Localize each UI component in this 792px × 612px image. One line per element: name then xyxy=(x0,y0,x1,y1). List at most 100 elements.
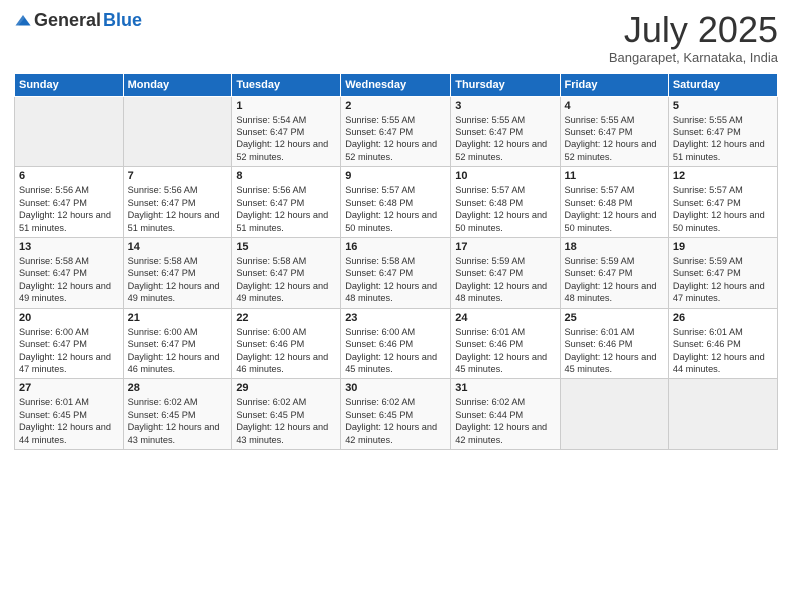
table-row: 19Sunrise: 5:59 AM Sunset: 6:47 PM Dayli… xyxy=(668,237,777,308)
day-number: 11 xyxy=(565,170,664,182)
day-number: 26 xyxy=(673,312,773,324)
day-info: Sunrise: 6:02 AM Sunset: 6:45 PM Dayligh… xyxy=(345,396,446,446)
day-number: 21 xyxy=(128,312,228,324)
day-number: 23 xyxy=(345,312,446,324)
table-row: 16 Sunrise: 5:58 AM Sunset: 6:47 PM Dayli… xyxy=(341,237,451,308)
table-row: 6 Sunrise: 5:56 AM Sunset: 6:47 PM Daylig… xyxy=(15,167,124,238)
day-info: Sunrise: 6:01 AM Sunset: 6:46 PM Dayligh… xyxy=(455,326,555,376)
calendar-week-row: 27 Sunrise: 6:01 AM Sunset: 6:45 PM Dayli… xyxy=(15,379,778,450)
table-row xyxy=(123,96,232,167)
table-row: 3 Sunrise: 5:55 AM Sunset: 6:47 PM Daylig… xyxy=(451,96,560,167)
table-row: 15 Sunrise: 5:58 AM Sunset: 6:47 PM Dayli… xyxy=(232,237,341,308)
table-row: 7 Sunrise: 5:56 AM Sunset: 6:47 PM Daylig… xyxy=(123,167,232,238)
day-number: 6 xyxy=(19,170,119,182)
day-info: Sunrise: 5:59 AM Sunset: 6:47 PM Dayligh… xyxy=(455,255,555,305)
day-info: Sunrise: 5:55 AM Sunset: 6:47 PM Dayligh… xyxy=(565,114,664,164)
calendar-week-row: 1Sunrise: 5:54 AM Sunset: 6:47 PM Daylig… xyxy=(15,96,778,167)
table-row: 4 Sunrise: 5:55 AM Sunset: 6:47 PM Daylig… xyxy=(560,96,668,167)
day-info: Sunrise: 6:02 AM Sunset: 6:44 PM Dayligh… xyxy=(455,396,555,446)
calendar-week-row: 6 Sunrise: 5:56 AM Sunset: 6:47 PM Daylig… xyxy=(15,167,778,238)
day-number: 5 xyxy=(673,100,773,112)
table-row: 25Sunrise: 6:01 AM Sunset: 6:46 PM Dayli… xyxy=(560,308,668,379)
day-number: 28 xyxy=(128,382,228,394)
day-info: Sunrise: 5:56 AM Sunset: 6:47 PM Dayligh… xyxy=(236,184,336,234)
table-row: 20 Sunrise: 6:00 AM Sunset: 6:47 PM Dayli… xyxy=(15,308,124,379)
day-info: Sunrise: 6:01 AM Sunset: 6:46 PM Dayligh… xyxy=(673,326,773,376)
page-container: General Blue July 2025 Bangarapet, Karna… xyxy=(0,0,792,460)
day-number: 30 xyxy=(345,382,446,394)
day-info: Sunrise: 5:58 AM Sunset: 6:47 PM Dayligh… xyxy=(345,255,446,305)
logo-text-blue: Blue xyxy=(103,10,142,31)
day-number: 12 xyxy=(673,170,773,182)
day-info: Sunrise: 5:58 AM Sunset: 6:47 PM Dayligh… xyxy=(128,255,228,305)
day-info: Sunrise: 6:01 AM Sunset: 6:45 PM Dayligh… xyxy=(19,396,119,446)
table-row xyxy=(668,379,777,450)
table-row: 13 Sunrise: 5:58 AM Sunset: 6:47 PM Dayli… xyxy=(15,237,124,308)
day-number: 29 xyxy=(236,382,336,394)
calendar-header-row: Sunday Monday Tuesday Wednesday Thursday… xyxy=(15,73,778,96)
day-number: 14 xyxy=(128,241,228,253)
table-row: 28 Sunrise: 6:02 AM Sunset: 6:45 PM Dayli… xyxy=(123,379,232,450)
table-row: 12 Sunrise: 5:57 AM Sunset: 6:47 PM Dayli… xyxy=(668,167,777,238)
day-number: 19 xyxy=(673,241,773,253)
logo-text-general: General xyxy=(34,10,101,31)
day-number: 3 xyxy=(455,100,555,112)
day-number: 2 xyxy=(345,100,446,112)
table-row: 18Sunrise: 5:59 AM Sunset: 6:47 PM Dayli… xyxy=(560,237,668,308)
table-row: 21 Sunrise: 6:00 AM Sunset: 6:47 PM Dayli… xyxy=(123,308,232,379)
table-row: 5Sunrise: 5:55 AM Sunset: 6:47 PM Daylig… xyxy=(668,96,777,167)
day-number: 27 xyxy=(19,382,119,394)
table-row: 31 Sunrise: 6:02 AM Sunset: 6:44 PM Dayli… xyxy=(451,379,560,450)
day-info: Sunrise: 5:56 AM Sunset: 6:47 PM Dayligh… xyxy=(128,184,228,234)
day-info: Sunrise: 5:57 AM Sunset: 6:47 PM Dayligh… xyxy=(673,184,773,234)
day-info: Sunrise: 5:58 AM Sunset: 6:47 PM Dayligh… xyxy=(19,255,119,305)
table-row: 14 Sunrise: 5:58 AM Sunset: 6:47 PM Dayli… xyxy=(123,237,232,308)
table-row: 30 Sunrise: 6:02 AM Sunset: 6:45 PM Dayli… xyxy=(341,379,451,450)
day-info: Sunrise: 6:00 AM Sunset: 6:47 PM Dayligh… xyxy=(19,326,119,376)
table-row: 11 Sunrise: 5:57 AM Sunset: 6:48 PM Dayli… xyxy=(560,167,668,238)
day-info: Sunrise: 5:57 AM Sunset: 6:48 PM Dayligh… xyxy=(565,184,664,234)
table-row: 2 Sunrise: 5:55 AM Sunset: 6:47 PM Daylig… xyxy=(341,96,451,167)
day-number: 20 xyxy=(19,312,119,324)
day-number: 25 xyxy=(565,312,664,324)
day-number: 17 xyxy=(455,241,555,253)
table-row: 24Sunrise: 6:01 AM Sunset: 6:46 PM Dayli… xyxy=(451,308,560,379)
calendar-week-row: 13 Sunrise: 5:58 AM Sunset: 6:47 PM Dayli… xyxy=(15,237,778,308)
table-row: 10 Sunrise: 5:57 AM Sunset: 6:48 PM Dayli… xyxy=(451,167,560,238)
day-number: 4 xyxy=(565,100,664,112)
table-row: 8Sunrise: 5:56 AM Sunset: 6:47 PM Daylig… xyxy=(232,167,341,238)
table-row: 1Sunrise: 5:54 AM Sunset: 6:47 PM Daylig… xyxy=(232,96,341,167)
table-row: 26 Sunrise: 6:01 AM Sunset: 6:46 PM Dayli… xyxy=(668,308,777,379)
day-number: 15 xyxy=(236,241,336,253)
col-monday: Monday xyxy=(123,73,232,96)
col-sunday: Sunday xyxy=(15,73,124,96)
day-info: Sunrise: 6:02 AM Sunset: 6:45 PM Dayligh… xyxy=(236,396,336,446)
logo: General Blue xyxy=(14,10,142,31)
table-row: 29 Sunrise: 6:02 AM Sunset: 6:45 PM Dayli… xyxy=(232,379,341,450)
table-row xyxy=(15,96,124,167)
table-row: 22Sunrise: 6:00 AM Sunset: 6:46 PM Dayli… xyxy=(232,308,341,379)
day-info: Sunrise: 5:58 AM Sunset: 6:47 PM Dayligh… xyxy=(236,255,336,305)
day-info: Sunrise: 5:57 AM Sunset: 6:48 PM Dayligh… xyxy=(345,184,446,234)
calendar-week-row: 20 Sunrise: 6:00 AM Sunset: 6:47 PM Dayli… xyxy=(15,308,778,379)
day-info: Sunrise: 6:00 AM Sunset: 6:47 PM Dayligh… xyxy=(128,326,228,376)
day-number: 7 xyxy=(128,170,228,182)
col-saturday: Saturday xyxy=(668,73,777,96)
logo-icon xyxy=(14,12,32,30)
day-number: 31 xyxy=(455,382,555,394)
day-info: Sunrise: 5:55 AM Sunset: 6:47 PM Dayligh… xyxy=(455,114,555,164)
day-info: Sunrise: 5:57 AM Sunset: 6:48 PM Dayligh… xyxy=(455,184,555,234)
day-number: 16 xyxy=(345,241,446,253)
table-row xyxy=(560,379,668,450)
day-number: 10 xyxy=(455,170,555,182)
day-info: Sunrise: 5:54 AM Sunset: 6:47 PM Dayligh… xyxy=(236,114,336,164)
table-row: 9Sunrise: 5:57 AM Sunset: 6:48 PM Daylig… xyxy=(341,167,451,238)
day-info: Sunrise: 5:59 AM Sunset: 6:47 PM Dayligh… xyxy=(565,255,664,305)
table-row: 27 Sunrise: 6:01 AM Sunset: 6:45 PM Dayli… xyxy=(15,379,124,450)
day-info: Sunrise: 5:55 AM Sunset: 6:47 PM Dayligh… xyxy=(345,114,446,164)
day-info: Sunrise: 6:02 AM Sunset: 6:45 PM Dayligh… xyxy=(128,396,228,446)
day-number: 13 xyxy=(19,241,119,253)
table-row: 23Sunrise: 6:00 AM Sunset: 6:46 PM Dayli… xyxy=(341,308,451,379)
day-info: Sunrise: 6:00 AM Sunset: 6:46 PM Dayligh… xyxy=(236,326,336,376)
day-info: Sunrise: 5:56 AM Sunset: 6:47 PM Dayligh… xyxy=(19,184,119,234)
